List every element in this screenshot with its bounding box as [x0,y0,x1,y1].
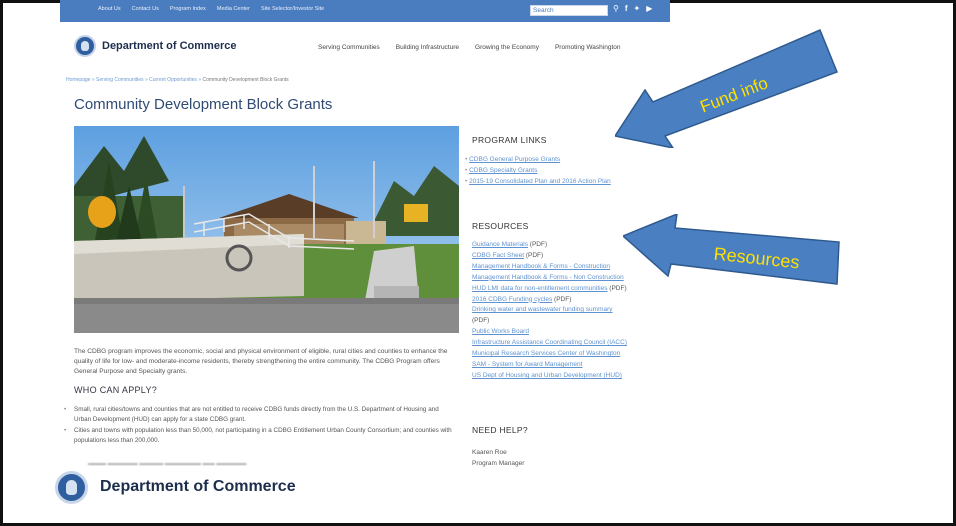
page-title: Community Development Block Grants [74,96,333,113]
nav-promoting-washington[interactable]: Promoting Washington [555,44,621,51]
list-item: Small, rural cities/towns and counties t… [64,405,456,425]
program-link[interactable]: CDBG General Purpose Grants [465,154,611,165]
resource-link[interactable]: US Dept of Housing and Urban Development… [472,372,622,379]
breadcrumb-opportunities[interactable]: Current Opportunities [149,77,197,83]
resource-link[interactable]: CDBG Fact Sheet [472,252,524,259]
contact-role: Program Manager [472,460,525,467]
resource-item: (PDF) [472,317,490,325]
resource-link[interactable]: Municipal Research Services Center of Wa… [472,350,620,357]
resource-item: Drinking water and wastewater funding su… [472,305,662,316]
resource-item: Public Works Board [472,327,662,338]
nav-serving-communities[interactable]: Serving Communities [318,44,380,51]
webpage-screenshot: About Us Contact Us Program Index Media … [60,0,670,470]
search-placeholder: Search [533,7,554,14]
breadcrumb-serving[interactable]: Serving Communities [96,77,144,83]
resource-link[interactable]: Management Handbook & Forms - Constructi… [472,263,610,270]
resource-link[interactable]: HUD LMI data for non-entitlement communi… [472,285,607,292]
nav-building-infrastructure[interactable]: Building Infrastructure [396,44,459,51]
who-can-apply-heading: WHO CAN APPLY? [74,385,158,395]
twitter-icon[interactable]: ✦ [634,4,641,13]
resource-link[interactable]: Public Works Board [472,328,529,335]
site-logo-text[interactable]: Department of Commerce [102,40,236,52]
breadcrumb-home[interactable]: Homepage [66,77,90,83]
state-seal-icon[interactable] [74,35,96,57]
resource-link[interactable]: Management Handbook & Forms - Non Constr… [472,274,624,281]
search-icon[interactable]: ⚲ [613,4,619,13]
resource-link[interactable]: Guidance Materials [472,241,528,248]
list-item: Cities and towns with population less th… [64,426,456,446]
eligibility-list: Small, rural cities/towns and counties t… [64,405,456,447]
resource-link[interactable]: SAM - System for Award Management [472,361,582,368]
top-utility-bar: About Us Contact Us Program Index Media … [60,0,670,22]
search-input[interactable]: Search [530,5,608,16]
utility-link-about[interactable]: About Us [98,6,121,12]
program-links-heading: PROGRAM LINKS [472,135,547,145]
program-link[interactable]: 2015-19 Consolidated Plan and 2016 Actio… [465,176,611,187]
utility-nav: About Us Contact Us Program Index Media … [98,6,324,12]
resource-item: SAM - System for Award Management [472,360,662,371]
resource-item: US Dept of Housing and Urban Development… [472,371,662,382]
nav-growing-economy[interactable]: Growing the Economy [475,44,539,51]
footer-state-seal-icon [55,471,88,504]
facebook-icon[interactable]: f [625,4,628,13]
wastewater-facility-photo [74,126,459,333]
resource-link[interactable]: Infrastructure Assistance Coordinating C… [472,339,627,346]
program-link[interactable]: CDBG Specialty Grants [465,165,611,176]
resource-item: Infrastructure Assistance Coordinating C… [472,338,662,349]
resource-link[interactable]: Drinking water and wastewater funding su… [472,306,613,313]
resource-item: Municipal Research Services Center of Wa… [472,349,662,360]
youtube-icon[interactable]: ▶ [646,4,652,13]
fund-info-arrow: Fund info [615,29,838,148]
utility-link-program-index[interactable]: Program Index [170,6,206,12]
footer-logo-text: Department of Commerce [100,478,296,495]
contact-info: Kaaren Roe Program Manager [472,447,524,469]
breadcrumb-current: Community Development Block Grants [202,77,289,83]
resources-heading: RESOURCES [472,221,529,231]
program-intro: The CDBG program improves the economic, … [74,348,448,375]
utility-link-contact[interactable]: Contact Us [132,6,159,12]
main-nav: Serving Communities Building Infrastruct… [318,44,620,51]
resource-link[interactable]: 2016 CDBG Funding cycles [472,296,552,303]
need-help-heading: NEED HELP? [472,425,528,435]
program-links-list: CDBG General Purpose Grants CDBG Special… [465,154,611,187]
utility-link-site-selector[interactable]: Site Selector/Investor Site [261,6,324,12]
resource-item: 2016 CDBG Funding cycles (PDF) [472,295,572,303]
breadcrumb: Homepage » Serving Communities » Current… [66,77,289,83]
truncated-text: ▬▬▬ ▬▬▬▬▬ ▬▬▬▬ ▬▬▬▬▬▬ ▬▬ ▬▬▬▬▬ [88,461,247,467]
resources-arrow: Resources [623,214,840,285]
social-icons: ⚲ f ✦ ▶ [613,4,652,13]
utility-link-media-center[interactable]: Media Center [217,6,250,12]
contact-name: Kaaren Roe [472,449,507,456]
